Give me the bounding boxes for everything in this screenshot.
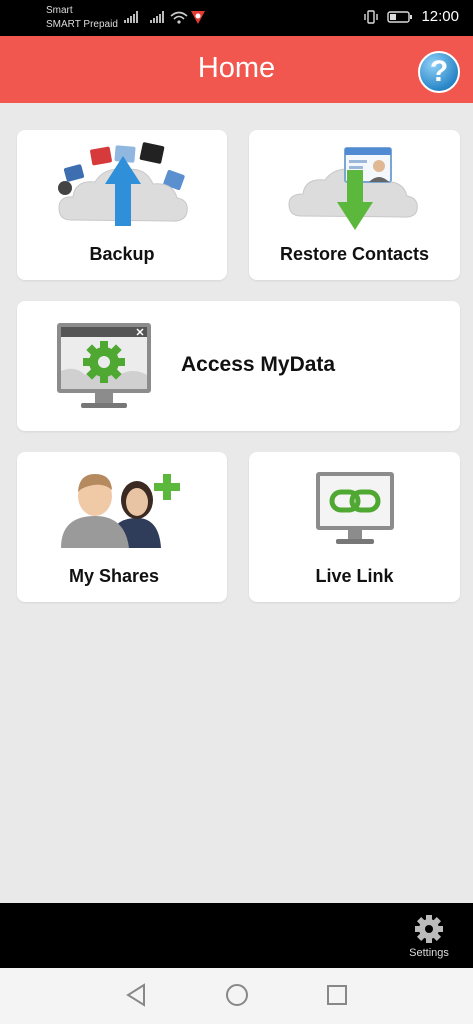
help-button[interactable]: ? (418, 51, 460, 93)
live-link-card[interactable]: Live Link (249, 452, 460, 602)
system-nav-bar (0, 968, 473, 1024)
live-link-label: Live Link (315, 566, 394, 586)
my-shares-card[interactable]: My Shares (17, 452, 227, 602)
signal-icon (150, 11, 164, 23)
wifi-icon (170, 11, 188, 24)
cloud-download-icon (288, 147, 418, 230)
page-title: Home (197, 52, 276, 84)
back-icon[interactable] (124, 982, 148, 1008)
gear-icon (415, 915, 443, 943)
clock: 12:00 (421, 8, 459, 25)
signal-icon (124, 11, 138, 23)
cloud-upload-icon (58, 142, 188, 226)
backup-card[interactable]: Backup (17, 130, 227, 280)
bottom-bar: Settings (0, 903, 473, 968)
carrier-plan: SMART Prepaid (46, 19, 118, 30)
app-notification-icon (191, 11, 205, 24)
monitor-gear-icon (57, 323, 151, 408)
settings-label: Settings (409, 947, 449, 959)
carrier-info: Smart SMART Prepaid (46, 4, 118, 32)
settings-button[interactable]: Settings (399, 914, 459, 959)
recents-icon[interactable] (325, 982, 349, 1008)
carrier-name: Smart (46, 5, 73, 16)
battery-icon (387, 10, 413, 23)
access-mydata-label: Access MyData (181, 353, 336, 376)
vibrate-icon (364, 9, 379, 24)
my-shares-label: My Shares (68, 566, 160, 586)
restore-contacts-label: Restore Contacts (279, 244, 430, 264)
home-icon[interactable] (224, 982, 250, 1008)
people-plus-icon (61, 474, 180, 548)
monitor-link-icon (316, 472, 394, 544)
status-bar: Smart SMART Prepaid 12:00 (0, 0, 473, 36)
restore-contacts-card[interactable]: Restore Contacts (249, 130, 460, 280)
access-mydata-card[interactable]: Access MyData (17, 301, 460, 431)
backup-label: Backup (89, 244, 155, 264)
app-header: Home (0, 36, 473, 103)
status-right: 12:00 (363, 8, 459, 25)
help-icon: ? (429, 55, 449, 88)
